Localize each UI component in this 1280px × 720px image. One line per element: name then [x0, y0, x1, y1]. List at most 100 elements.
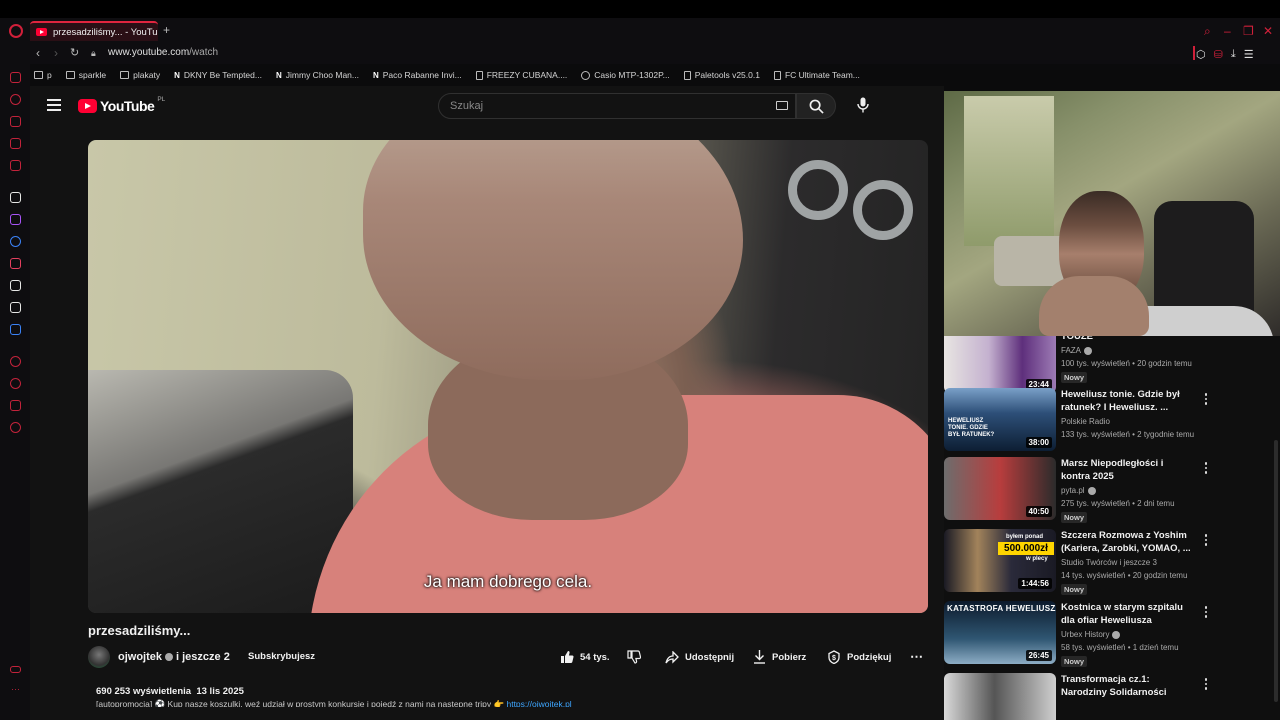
bookmark-item[interactable]: Paletools v25.0.1: [683, 70, 760, 80]
bookmark-label: plakaty: [133, 70, 161, 80]
back-icon[interactable]: ‹: [36, 46, 40, 60]
description-link[interactable]: https://ojwojtek.pl: [506, 699, 571, 707]
recommendation-channel[interactable]: Studio Twórców i jeszcze 3: [1061, 558, 1157, 567]
vpn-icon[interactable]: ⛁: [1214, 48, 1223, 61]
music-icon[interactable]: [10, 160, 21, 171]
x-icon[interactable]: [10, 302, 21, 313]
video-player[interactable]: Ja mam dobrego cela.: [88, 140, 928, 613]
more-options-icon[interactable]: [1204, 393, 1208, 405]
like-button[interactable]: 54 tys.: [560, 648, 610, 666]
bookmark-item[interactable]: N DKNY Be Tempted...: [174, 70, 262, 80]
recommendation-item[interactable]: byłem ponad 500.000zł w plecy 1:44:56 Szczer…: [944, 529, 1244, 595]
settings-icon[interactable]: [10, 422, 21, 433]
extensions-sidebar-icon[interactable]: [10, 400, 21, 411]
recommendation-title[interactable]: Marsz Niepodległości i kontra 2025: [1061, 457, 1191, 483]
recommendation-item[interactable]: HEWELIUSZ TONIE. GDZIE BYŁ RATUNEK? 38:00…: [944, 388, 1244, 454]
recommendation-thumbnail[interactable]: byłem ponad 500.000zł w plecy 1:44:56: [944, 529, 1056, 592]
download-icon[interactable]: ⤓: [1231, 48, 1236, 61]
more-options-icon[interactable]: [1204, 678, 1208, 690]
bookmark-item[interactable]: N Paco Rabanne Invi...: [373, 70, 462, 80]
video-description[interactable]: [autopromocja] ⚽ Kup nasze koszulki, weź…: [96, 699, 676, 707]
thumbnail-text: w plecy: [1026, 556, 1048, 562]
microphone-icon[interactable]: [852, 94, 874, 116]
maximize-icon[interactable]: ❐: [1243, 24, 1254, 38]
forward-icon[interactable]: ›: [54, 46, 58, 60]
recommendation-thumbnail[interactable]: HEWELIUSZ TONIE. GDZIE BYŁ RATUNEK? 38:00: [944, 388, 1056, 451]
channel-name[interactable]: ojwojtek i jeszcze 2: [118, 651, 230, 663]
recommendation-channel[interactable]: Polskie Radio: [1061, 417, 1110, 426]
extensions-icon[interactable]: ⬡: [1196, 48, 1206, 61]
close-window-icon[interactable]: ✕: [1263, 24, 1273, 38]
scrollbar-thumb[interactable]: [1274, 440, 1278, 702]
super-thanks-icon: $: [828, 650, 840, 664]
tiktok-icon[interactable]: [10, 280, 21, 291]
bookmark-item[interactable]: N Jimmy Choo Man...: [276, 70, 359, 80]
pocket-icon[interactable]: [10, 138, 21, 149]
more-options-icon[interactable]: [1204, 462, 1208, 474]
more-actions-icon[interactable]: ⋯: [910, 648, 923, 666]
more-options-icon[interactable]: [1204, 534, 1208, 546]
recommendation-title[interactable]: Transformacja cz.1: Narodziny Solidarnoś…: [1061, 673, 1191, 699]
thanks-button[interactable]: $ Podziękuj: [827, 648, 891, 666]
recommendation-item[interactable]: KATASTROFA HEWELIUSZA 26:45 Kostnica w sta…: [944, 601, 1244, 667]
minimize-icon[interactable]: –: [1224, 24, 1231, 38]
recommendation-item[interactable]: 40:50 Marsz Niepodległości i kontra 2025 p…: [944, 457, 1244, 523]
recommendation-channel[interactable]: FAZA: [1061, 346, 1095, 355]
twitch-icon[interactable]: [10, 214, 21, 225]
search-input[interactable]: Szukaj: [438, 93, 796, 119]
aria-ai-icon[interactable]: [10, 192, 21, 203]
messenger-icon[interactable]: [10, 236, 21, 247]
recommendation-thumbnail[interactable]: [944, 673, 1056, 720]
url-field[interactable]: www.youtube.com/watch: [108, 47, 218, 58]
opera-sidebar: ···: [0, 64, 30, 720]
tab-active[interactable]: przesadziliśmy... - YouTube: [30, 21, 158, 41]
more-options-icon[interactable]: [1204, 606, 1208, 618]
recommendation-title[interactable]: Szczera Rozmowa z Yoshim (Kariera, Zarob…: [1061, 529, 1191, 555]
instagram-icon[interactable]: [10, 258, 21, 269]
player-icon[interactable]: [10, 356, 21, 367]
opera-logo-icon[interactable]: [9, 24, 23, 38]
recommendation-channel[interactable]: Urbex History: [1061, 630, 1123, 639]
reload-icon[interactable]: ↻: [70, 46, 79, 59]
bookmark-item[interactable]: FC Ultimate Team...: [773, 70, 860, 80]
recommendation-thumbnail[interactable]: 23:44: [944, 336, 1056, 393]
shopping-icon[interactable]: [10, 116, 21, 127]
video-frame-detail: [853, 180, 913, 240]
aria-icon[interactable]: [10, 72, 21, 83]
recommendation-thumbnail[interactable]: KATASTROFA HEWELIUSZA 26:45: [944, 601, 1056, 664]
bookmark-item[interactable]: FREEZY CUBANA....: [475, 70, 567, 80]
bookmark-item[interactable]: plakaty: [120, 70, 160, 80]
svg-text:$: $: [832, 655, 836, 662]
dislike-button[interactable]: [627, 648, 641, 666]
download-button[interactable]: Pobierz: [753, 648, 806, 666]
recommendation-thumbnail[interactable]: 40:50: [944, 457, 1056, 520]
youtube-logo[interactable]: YouTube PL: [78, 96, 165, 114]
share-button[interactable]: Udostępnij: [665, 648, 734, 666]
lock-icon[interactable]: 🔒︎: [91, 48, 96, 59]
recommendation-item[interactable]: Transformacja cz.1: Narodziny Solidarnoś…: [944, 673, 1244, 720]
easy-setup-icon[interactable]: [10, 666, 21, 673]
bookmark-item[interactable]: Casio MTP-1302P...: [581, 70, 670, 80]
menu-icon[interactable]: ☰: [1244, 48, 1254, 61]
channel-avatar[interactable]: [88, 646, 110, 668]
more-icon[interactable]: ···: [11, 684, 20, 694]
history-icon[interactable]: [10, 378, 21, 389]
channel-row: ojwojtek i jeszcze 2: [88, 645, 230, 669]
discord-icon[interactable]: [10, 324, 21, 335]
n-icon: N: [372, 70, 379, 80]
bookmark-item[interactable]: sparkle: [65, 70, 106, 80]
subscribed-button[interactable]: Subskrybujesz: [248, 651, 315, 662]
keyboard-icon[interactable]: [776, 101, 788, 110]
recommendation-item[interactable]: 23:44 TOUZE FAZA 100 tys. wyświetleń • 20 g…: [944, 336, 1244, 396]
hamburger-menu-icon[interactable]: [47, 99, 61, 111]
recommendation-channel[interactable]: pyta.pl: [1061, 486, 1099, 495]
recommendation-title[interactable]: Kostnica w starym szpitalu dla ofiar Hew…: [1061, 601, 1191, 627]
refresh-feed-icon[interactable]: [10, 94, 21, 105]
search-button[interactable]: [796, 93, 836, 119]
recommendation-title[interactable]: TOUZE: [1061, 336, 1191, 343]
new-tab-button[interactable]: +: [161, 24, 172, 36]
search-tabs-icon[interactable]: ⌕: [1204, 24, 1211, 39]
bookmark-item[interactable]: p: [34, 70, 52, 80]
thumbs-up-icon: [561, 651, 574, 663]
recommendation-title[interactable]: Heweliusz tonie. Gdzie był ratunek? I He…: [1061, 388, 1191, 414]
